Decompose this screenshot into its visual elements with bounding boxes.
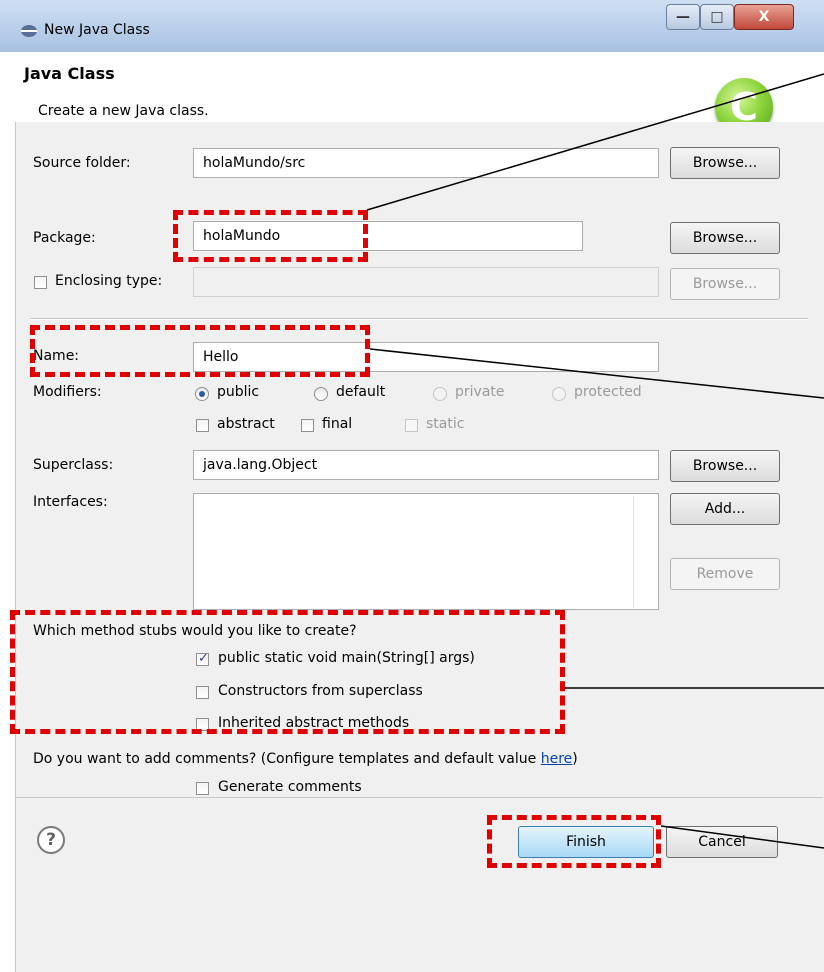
leader-line-name	[369, 348, 824, 399]
leader-line-package	[366, 73, 824, 211]
new-java-class-dialog: New Java Class — □ X Java Class Create a…	[0, 0, 824, 972]
annotation-lines	[366, 73, 824, 849]
leader-line-finish	[660, 825, 824, 849]
